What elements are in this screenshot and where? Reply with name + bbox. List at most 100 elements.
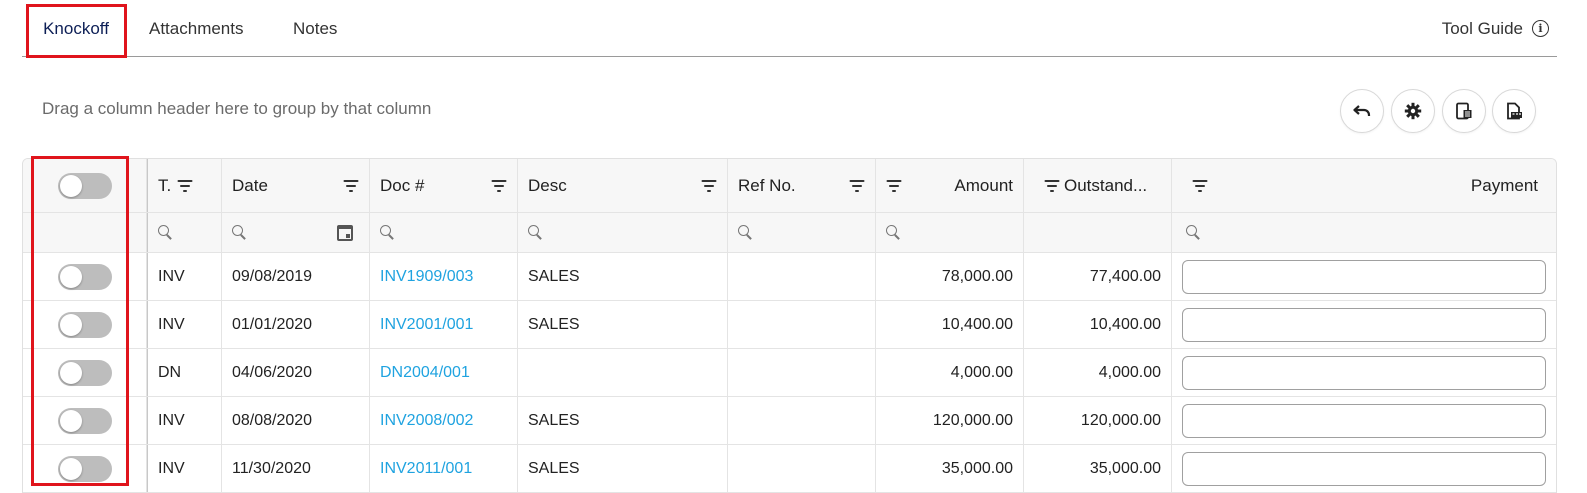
filter-icon[interactable] <box>343 179 359 192</box>
cell-amount: 120,000.00 <box>876 397 1024 444</box>
search-icon <box>738 225 753 240</box>
cell-desc: SALES <box>518 301 728 348</box>
filter-cell-date[interactable] <box>222 213 370 252</box>
export-excel-button[interactable] <box>1442 89 1486 133</box>
select-all-cell <box>23 159 147 212</box>
tool-guide-label: Tool Guide <box>1441 19 1523 38</box>
cell-amount: 78,000.00 <box>876 253 1024 300</box>
column-header-payment[interactable]: Payment <box>1172 159 1556 212</box>
cell-outstanding: 120,000.00 <box>1024 397 1172 444</box>
excel-export-icon <box>1456 102 1472 120</box>
knockoff-grid: T. Date Doc # Desc Ref No. Amount Outsta… <box>22 158 1557 493</box>
row-select-toggle[interactable] <box>57 359 112 386</box>
filter-cell-doc[interactable] <box>370 213 518 252</box>
cell-desc <box>518 349 728 396</box>
filter-cell-outstanding <box>1024 213 1172 252</box>
row-select-toggle[interactable] <box>57 311 112 338</box>
filter-icon[interactable] <box>1044 179 1060 192</box>
table-row: DN 04/06/2020 DN2004/001 4,000.00 4,000.… <box>23 349 1556 397</box>
cell-outstanding: 77,400.00 <box>1024 253 1172 300</box>
row-select-toggle[interactable] <box>57 263 112 290</box>
payment-input[interactable] <box>1182 451 1546 486</box>
column-header-doc[interactable]: Doc # <box>370 159 518 212</box>
cell-date: 04/06/2020 <box>222 349 370 396</box>
tab-notes[interactable]: Notes <box>293 0 337 57</box>
tool-guide-button[interactable]: Tool Guide i <box>1442 12 1549 45</box>
settings-button[interactable] <box>1391 89 1435 133</box>
info-icon: i <box>1532 20 1549 37</box>
column-header-date[interactable]: Date <box>222 159 370 212</box>
filter-icon[interactable] <box>1192 179 1208 192</box>
cell-type: INV <box>148 253 222 300</box>
cell-ref <box>728 301 876 348</box>
doc-link[interactable]: INV1909/003 <box>380 268 473 286</box>
search-icon <box>1186 225 1201 240</box>
column-header-desc[interactable]: Desc <box>518 159 728 212</box>
payment-input[interactable] <box>1182 403 1546 438</box>
cell-desc: SALES <box>518 253 728 300</box>
doc-link[interactable]: INV2008/002 <box>380 412 473 430</box>
cell-type: INV <box>148 445 222 492</box>
cell-date: 09/08/2019 <box>222 253 370 300</box>
cell-desc: SALES <box>518 397 728 444</box>
cell-ref <box>728 397 876 444</box>
tab-bar: Knockoff Attachments Notes Tool Guide i <box>22 0 1557 58</box>
cell-desc: SALES <box>518 445 728 492</box>
calendar-icon[interactable] <box>337 224 353 241</box>
cell-amount: 4,000.00 <box>876 349 1024 396</box>
payment-input[interactable] <box>1182 307 1546 342</box>
search-icon <box>232 225 247 240</box>
group-by-panel-hint[interactable]: Drag a column header here to group by th… <box>42 99 431 119</box>
payment-input[interactable] <box>1182 355 1546 390</box>
search-icon <box>886 225 901 240</box>
cell-type: INV <box>148 301 222 348</box>
doc-link[interactable]: INV2001/001 <box>380 316 473 334</box>
cell-date: 11/30/2020 <box>222 445 370 492</box>
filter-icon[interactable] <box>491 179 507 192</box>
doc-link[interactable]: DN2004/001 <box>380 364 470 382</box>
column-header-outstanding[interactable]: Outstand... <box>1024 159 1172 212</box>
cell-ref <box>728 253 876 300</box>
cell-date: 01/01/2020 <box>222 301 370 348</box>
table-row: INV 08/08/2020 INV2008/002 SALES 120,000… <box>23 397 1556 445</box>
row-select-toggle[interactable] <box>57 407 112 434</box>
tab-knockoff[interactable]: Knockoff <box>24 0 128 57</box>
cell-type: INV <box>148 397 222 444</box>
payment-input[interactable] <box>1182 259 1546 294</box>
undo-icon <box>1353 105 1371 116</box>
filter-cell-ref[interactable] <box>728 213 876 252</box>
filter-icon[interactable] <box>177 179 193 192</box>
filter-icon[interactable] <box>849 179 865 192</box>
search-icon <box>158 225 173 240</box>
filter-icon[interactable] <box>886 179 902 192</box>
table-row: INV 11/30/2020 INV2011/001 SALES 35,000.… <box>23 445 1556 493</box>
column-header-ref[interactable]: Ref No. <box>728 159 876 212</box>
table-row: INV 01/01/2020 INV2001/001 SALES 10,400.… <box>23 301 1556 349</box>
undo-button[interactable] <box>1340 89 1384 133</box>
filter-cell-payment[interactable] <box>1172 213 1556 252</box>
search-icon <box>528 225 543 240</box>
cell-outstanding: 4,000.00 <box>1024 349 1172 396</box>
doc-link[interactable]: INV2011/001 <box>380 460 472 478</box>
cell-outstanding: 35,000.00 <box>1024 445 1172 492</box>
grid-header-row: T. Date Doc # Desc Ref No. Amount Outsta… <box>23 159 1556 213</box>
cell-date: 08/08/2020 <box>222 397 370 444</box>
cell-ref <box>728 349 876 396</box>
row-select-toggle[interactable] <box>57 455 112 482</box>
pdf-export-icon <box>1507 102 1522 120</box>
filter-cell-amount[interactable] <box>876 213 1024 252</box>
column-header-amount[interactable]: Amount <box>876 159 1024 212</box>
tab-attachments[interactable]: Attachments <box>149 0 244 57</box>
export-pdf-button[interactable] <box>1492 89 1536 133</box>
cell-type: DN <box>148 349 222 396</box>
filter-icon[interactable] <box>701 179 717 192</box>
table-row: INV 09/08/2019 INV1909/003 SALES 78,000.… <box>23 253 1556 301</box>
select-all-toggle[interactable] <box>57 172 112 199</box>
search-icon <box>380 225 395 240</box>
cell-outstanding: 10,400.00 <box>1024 301 1172 348</box>
grid-filter-row <box>23 213 1556 253</box>
filter-cell-type[interactable] <box>148 213 222 252</box>
cell-amount: 35,000.00 <box>876 445 1024 492</box>
column-header-type[interactable]: T. <box>148 159 222 212</box>
filter-cell-desc[interactable] <box>518 213 728 252</box>
